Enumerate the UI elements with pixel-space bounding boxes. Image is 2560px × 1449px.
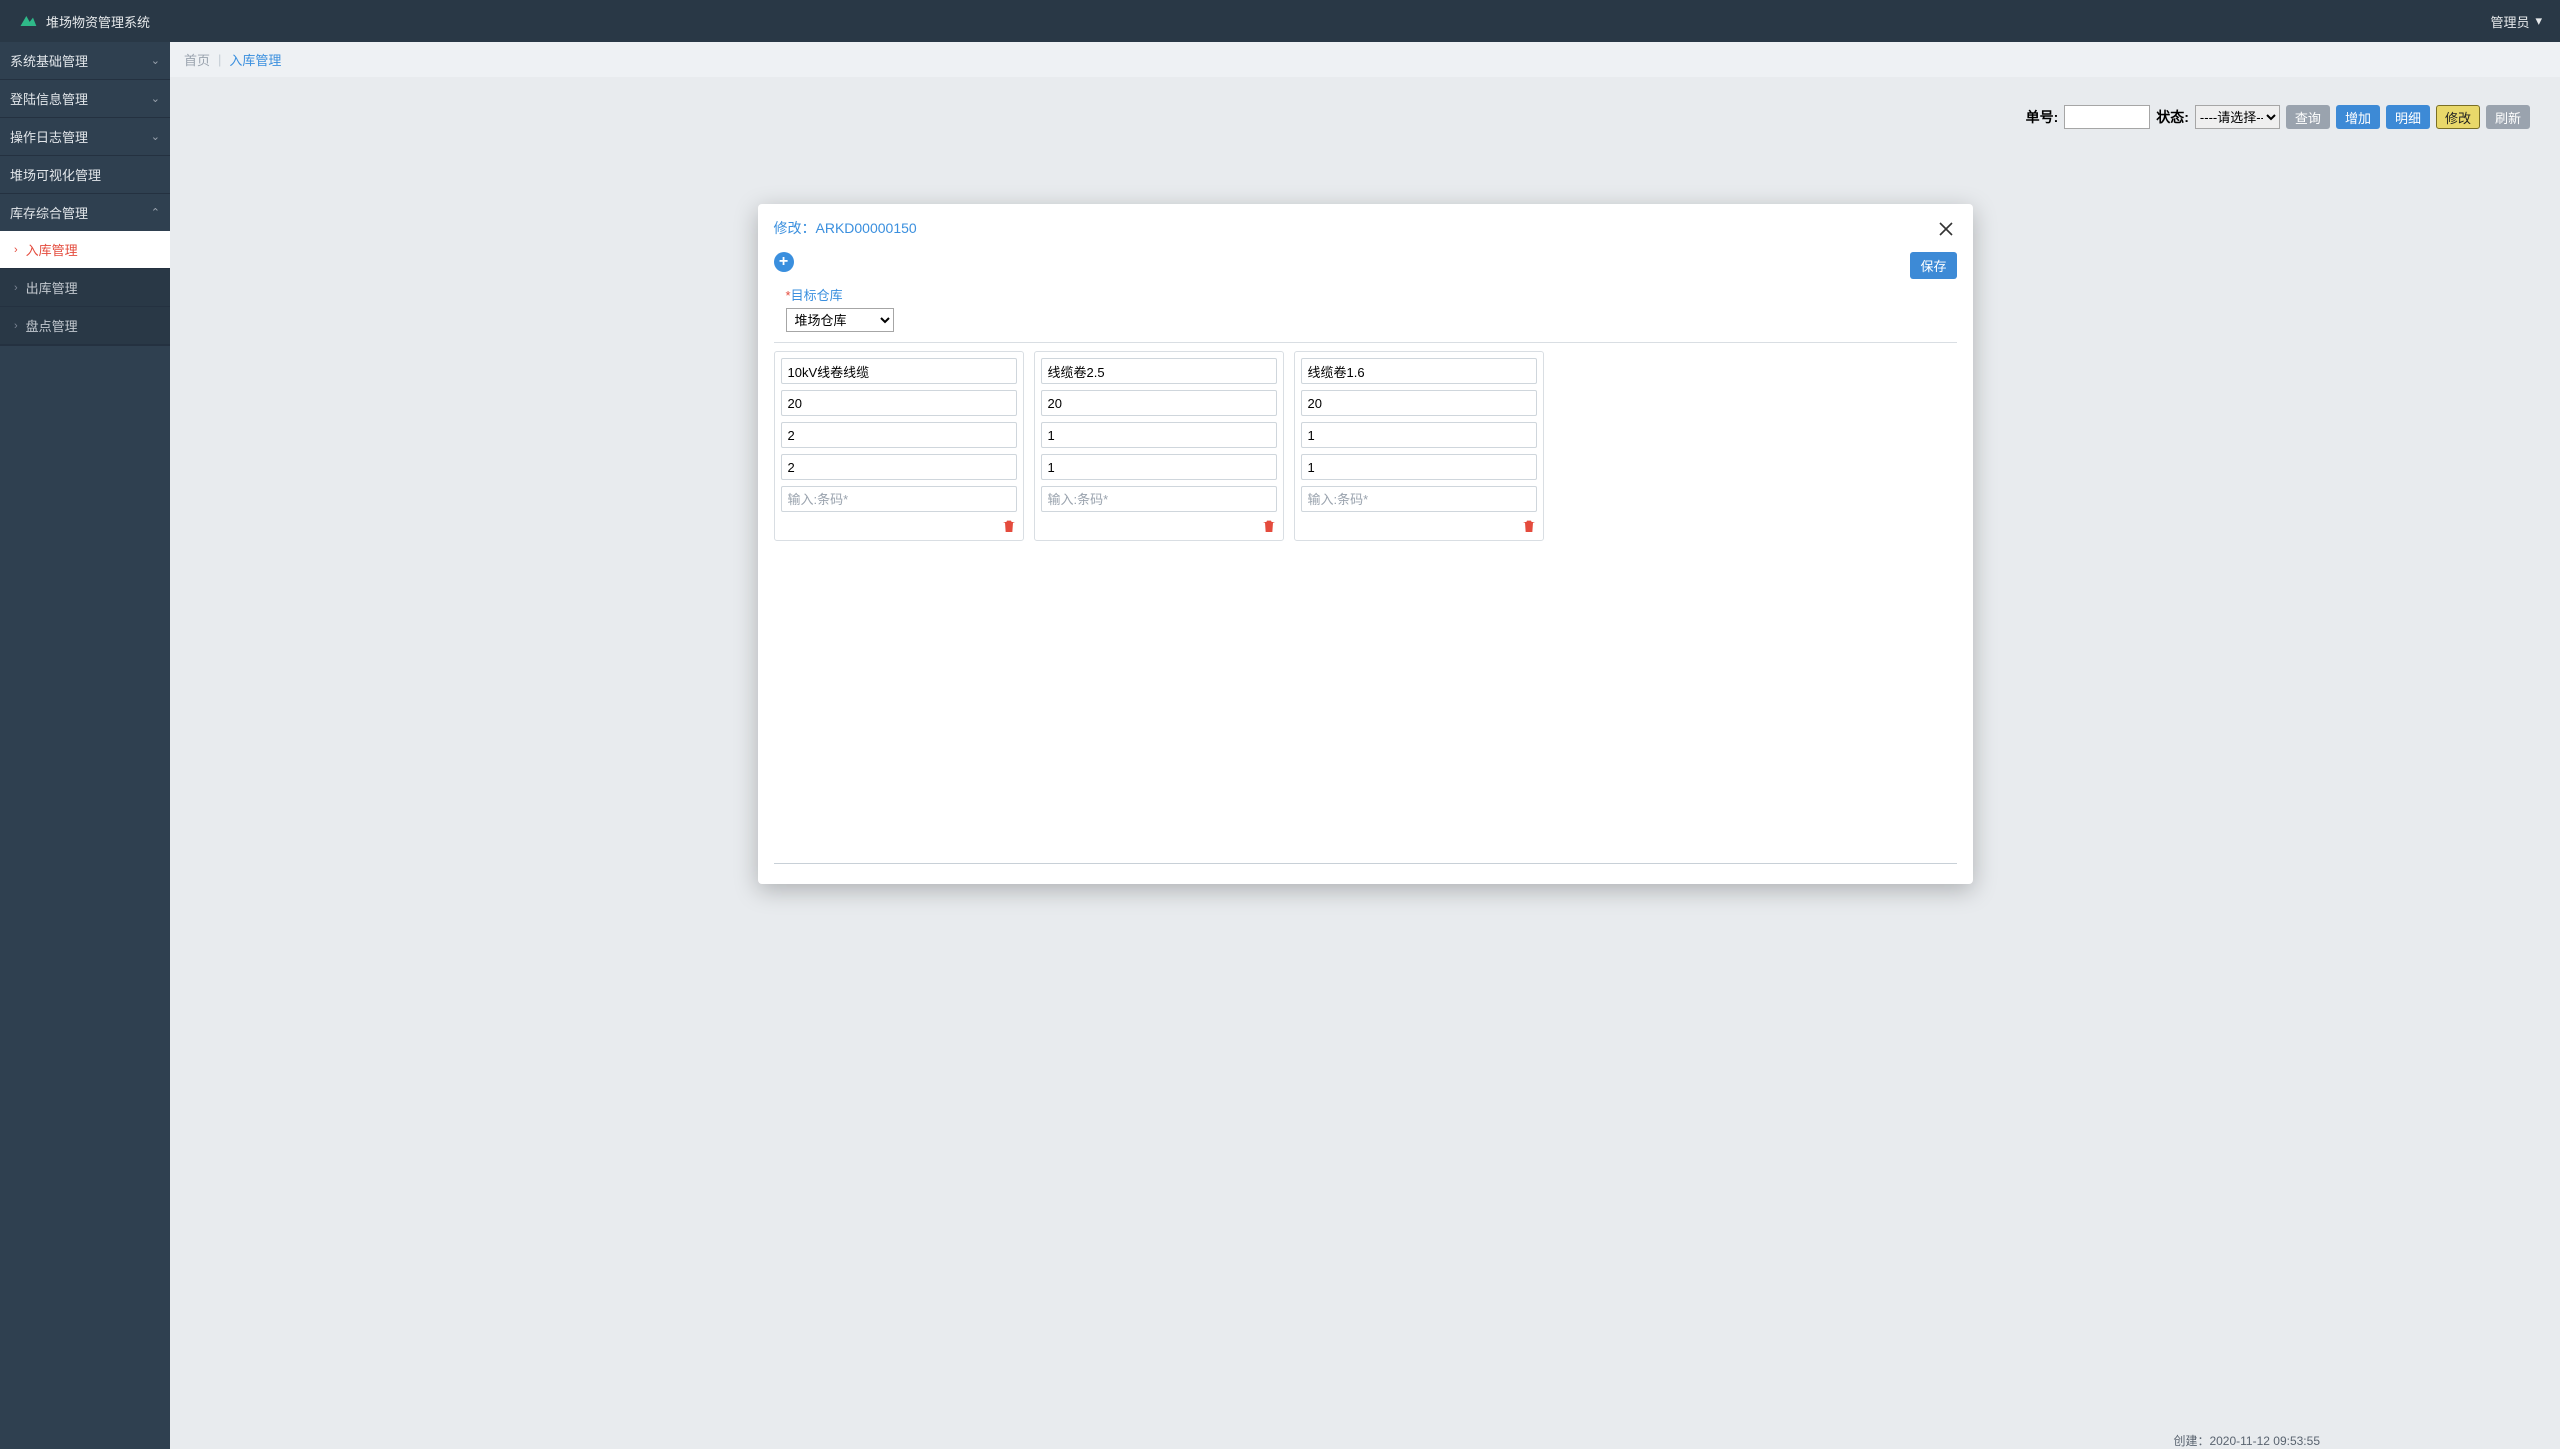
item-name-input[interactable] [781, 358, 1017, 384]
sidebar-section-label: 系统基础管理 [10, 51, 88, 70]
app-logo-icon [18, 11, 38, 31]
item-qty2-input[interactable] [1301, 422, 1537, 448]
add-button[interactable]: 增加 [2336, 105, 2380, 129]
close-button[interactable] [1935, 218, 1957, 240]
plus-icon: + [779, 253, 788, 271]
modal-overlay: 修改：ARKD00000150 + 保存 *目标仓库 [170, 145, 2560, 1449]
status-label: 状态: [2156, 107, 2189, 127]
edit-modal: 修改：ARKD00000150 + 保存 *目标仓库 [758, 204, 1973, 884]
sidebar-section-stock[interactable]: 库存综合管理 ⌃ [0, 194, 170, 231]
order-input[interactable] [2064, 105, 2150, 129]
main: 首页 | 入库管理 单号: 状态: ----请选择---- 查询 增加 明细 修… [170, 42, 2560, 1449]
sidebar-subitems: › 入库管理 › 出库管理 › 盘点管理 [0, 231, 170, 345]
item-barcode-input[interactable] [1041, 486, 1277, 512]
item-card [1294, 351, 1544, 541]
chevron-down-icon: ⌄ [151, 92, 160, 105]
chevron-right-icon: › [14, 320, 18, 332]
topbar-left: 堆场物资管理系统 [18, 11, 150, 31]
partial-created-text: 创建：2020-11-12 09:53:55 [2173, 1432, 2320, 1449]
user-label: 管理员 [2490, 12, 2529, 31]
edit-button[interactable]: 修改 [2436, 105, 2480, 129]
trash-icon[interactable] [1261, 518, 1277, 534]
trash-icon[interactable] [1521, 518, 1537, 534]
filter-row: 单号: 状态: ----请选择---- 查询 增加 明细 修改 刷新 [188, 105, 2542, 129]
sidebar-section-system[interactable]: 系统基础管理 ⌄ [0, 42, 170, 79]
item-card [1034, 351, 1284, 541]
sidebar-section-label: 堆场可视化管理 [10, 165, 101, 184]
sidebar-section-label: 登陆信息管理 [10, 89, 88, 108]
status-select[interactable]: ----请选择---- [2195, 105, 2280, 129]
sidebar-item-outbound[interactable]: › 出库管理 [0, 269, 170, 307]
modal-title: 修改：ARKD00000150 [774, 218, 917, 238]
chevron-down-icon: ⌄ [151, 130, 160, 143]
sidebar-item-inventory[interactable]: › 盘点管理 [0, 307, 170, 345]
item-qty2-input[interactable] [781, 422, 1017, 448]
sidebar-section-label: 库存综合管理 [10, 203, 88, 222]
item-qty1-input[interactable] [781, 390, 1017, 416]
breadcrumb-current[interactable]: 入库管理 [229, 50, 281, 69]
item-barcode-input[interactable] [781, 486, 1017, 512]
target-warehouse-label: *目标仓库 [786, 285, 1957, 304]
modal-header: 修改：ARKD00000150 [774, 218, 1957, 240]
item-qty1-input[interactable] [1041, 390, 1277, 416]
item-qty3-input[interactable] [1041, 454, 1277, 480]
sidebar-item-inbound[interactable]: › 入库管理 [0, 231, 170, 269]
chevron-up-icon: ⌃ [151, 206, 160, 219]
breadcrumb-home[interactable]: 首页 [184, 50, 210, 69]
item-cards [774, 351, 1957, 541]
chevron-right-icon: › [14, 244, 18, 256]
sidebar-section-logs[interactable]: 操作日志管理 ⌄ [0, 118, 170, 155]
close-icon [1939, 222, 1953, 236]
item-qty2-input[interactable] [1041, 422, 1277, 448]
sidebar-section-visual[interactable]: 堆场可视化管理 [0, 156, 170, 193]
sidebar: 系统基础管理 ⌄ 登陆信息管理 ⌄ 操作日志管理 ⌄ 堆场可视化管理 库存综合管… [0, 42, 170, 1449]
user-menu[interactable]: 管理员 ▾ [2490, 12, 2542, 31]
app-title: 堆场物资管理系统 [46, 12, 150, 31]
item-barcode-input[interactable] [1301, 486, 1537, 512]
query-button[interactable]: 查询 [2286, 105, 2330, 129]
item-qty3-input[interactable] [781, 454, 1017, 480]
save-button[interactable]: 保存 [1910, 252, 1956, 279]
modal-topline: + 保存 [774, 252, 1957, 279]
topbar: 堆场物资管理系统 管理员 ▾ [0, 0, 2560, 42]
table-bottom-line [774, 863, 1957, 864]
caret-down-icon: ▾ [2535, 13, 2542, 29]
item-qty1-input[interactable] [1301, 390, 1537, 416]
sidebar-item-label: 入库管理 [26, 240, 78, 259]
divider [774, 342, 1957, 343]
breadcrumb: 首页 | 入库管理 [170, 42, 2560, 77]
chevron-down-icon: ⌄ [151, 54, 160, 67]
sidebar-section-label: 操作日志管理 [10, 127, 88, 146]
refresh-button[interactable]: 刷新 [2486, 105, 2530, 129]
trash-icon[interactable] [1001, 518, 1017, 534]
page-content: 单号: 状态: ----请选择---- 查询 增加 明细 修改 刷新 修改：AR… [170, 77, 2560, 1449]
add-row-button[interactable]: + [774, 252, 794, 272]
detail-button[interactable]: 明细 [2386, 105, 2430, 129]
item-name-input[interactable] [1301, 358, 1537, 384]
target-warehouse-select[interactable]: 堆场仓库 [786, 308, 894, 332]
chevron-right-icon: › [14, 282, 18, 294]
sidebar-item-label: 出库管理 [26, 278, 78, 297]
item-card [774, 351, 1024, 541]
item-qty3-input[interactable] [1301, 454, 1537, 480]
item-name-input[interactable] [1041, 358, 1277, 384]
sidebar-item-label: 盘点管理 [26, 316, 78, 335]
sidebar-section-login[interactable]: 登陆信息管理 ⌄ [0, 80, 170, 117]
breadcrumb-sep: | [218, 52, 221, 67]
target-block: *目标仓库 堆场仓库 [786, 285, 1957, 332]
order-label: 单号: [2026, 107, 2059, 127]
